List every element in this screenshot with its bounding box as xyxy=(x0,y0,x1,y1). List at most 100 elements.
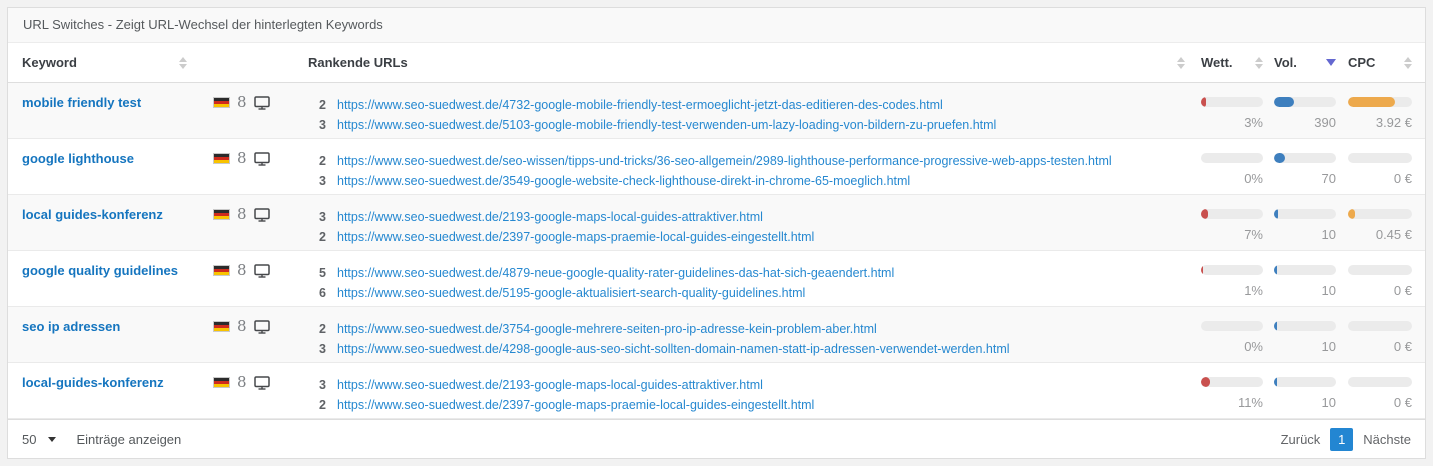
ranking-position: 2 xyxy=(308,395,326,415)
keyword-icons: 8 xyxy=(213,208,270,222)
table-row: local-guides-konferenz 8 3 https://www.se… xyxy=(8,363,1425,419)
table-row: mobile friendly test 8 2 https://www.seo-… xyxy=(8,83,1425,139)
cpc-metric: 0 € xyxy=(1348,319,1412,354)
vol-bar xyxy=(1274,377,1336,387)
ranking-url-link[interactable]: https://www.seo-suedwest.de/2397-google-… xyxy=(337,227,814,247)
column-header-vol[interactable]: Vol. xyxy=(1274,55,1336,70)
entries-label: Einträge anzeigen xyxy=(76,432,181,447)
table-row: google lighthouse 8 2https://www.seo-sue… xyxy=(8,139,1425,195)
keyword-link[interactable]: local guides-konferenz xyxy=(22,207,213,222)
panel-title: URL Switches - Zeigt URL-Wechsel der hin… xyxy=(8,8,1425,43)
vol-value: 10 xyxy=(1274,227,1336,242)
ranking-url-line: 6https://www.seo-suedwest.de/5195-google… xyxy=(308,283,1189,303)
ranking-url-link[interactable]: https://www.seo-suedwest.de/5103-google-… xyxy=(337,115,996,135)
cpc-bar xyxy=(1348,265,1412,275)
desktop-icon xyxy=(254,152,270,166)
vol-bar xyxy=(1274,97,1336,107)
ranking-url-link[interactable]: https://www.seo-suedwest.de/3549-google-… xyxy=(337,171,910,191)
column-header-keyword[interactable]: Keyword xyxy=(22,55,294,70)
page-size-select[interactable]: 50 xyxy=(22,432,56,447)
pagination-prev-button[interactable]: Zurück xyxy=(1281,432,1321,447)
cpc-value: 0 € xyxy=(1348,283,1412,298)
column-header-wett-label: Wett. xyxy=(1201,55,1233,70)
url-switches-panel: URL Switches - Zeigt URL-Wechsel der hin… xyxy=(7,7,1426,459)
keyword-link[interactable]: seo ip adressen xyxy=(22,319,213,334)
urls-cell: 3 https://www.seo-suedwest.de/2193-google… xyxy=(294,207,1189,247)
google-icon: 8 xyxy=(237,376,247,389)
keyword-link[interactable]: google quality guidelines xyxy=(22,263,213,278)
cpc-metric: 3.92 € xyxy=(1348,95,1412,130)
ranking-position: 3 xyxy=(308,115,326,135)
table-row: local guides-konferenz 8 3 https://www.se… xyxy=(8,195,1425,251)
column-header-urls-label: Rankende URLs xyxy=(308,55,408,70)
keyword-cell: local-guides-konferenz 8 xyxy=(22,375,294,390)
wett-bar xyxy=(1201,377,1263,387)
ranking-url-link[interactable]: https://www.seo-suedwest.de/4732-google-… xyxy=(337,95,943,115)
cpc-value: 3.92 € xyxy=(1348,115,1412,130)
ranking-url-link[interactable]: https://www.seo-suedwest.de/4298-google-… xyxy=(337,339,1010,359)
column-header-cpc[interactable]: CPC xyxy=(1348,55,1412,70)
keyword-cell: google lighthouse 8 xyxy=(22,151,294,166)
keyword-cell: seo ip adressen 8 xyxy=(22,319,294,334)
ranking-url-link[interactable]: https://www.seo-suedwest.de/3754-google-… xyxy=(337,319,877,339)
cpc-metric: 0 € xyxy=(1348,263,1412,298)
keyword-icons: 8 xyxy=(213,96,270,110)
pagination-page-1-button[interactable]: 1 xyxy=(1330,428,1353,451)
ranking-position: 3 xyxy=(308,171,326,191)
vol-metric: 10 xyxy=(1274,375,1336,410)
ranking-url-link[interactable]: https://www.seo-suedwest.de/seo-wissen/t… xyxy=(337,151,1112,171)
vol-value: 70 xyxy=(1274,171,1336,186)
column-header-urls[interactable]: Rankende URLs xyxy=(294,55,1189,70)
google-icon: 8 xyxy=(237,320,247,333)
cpc-bar xyxy=(1348,209,1412,219)
sort-icon-keyword[interactable] xyxy=(179,57,187,69)
keyword-link[interactable]: mobile friendly test xyxy=(22,95,213,110)
desktop-icon xyxy=(254,320,270,334)
desktop-icon xyxy=(254,264,270,278)
urls-cell: 2 https://www.seo-suedwest.de/4732-google… xyxy=(294,95,1189,135)
keyword-link[interactable]: google lighthouse xyxy=(22,151,213,166)
ranking-position: 3 xyxy=(308,207,326,227)
wett-metric: 1% xyxy=(1201,263,1263,298)
wett-metric: 0% xyxy=(1201,319,1263,354)
cpc-bar xyxy=(1348,97,1412,107)
ranking-url-link[interactable]: https://www.seo-suedwest.de/2193-google-… xyxy=(337,375,763,395)
table-row: google quality guidelines 8 5https://www… xyxy=(8,251,1425,307)
germany-flag-icon xyxy=(213,153,230,164)
sort-icon-cpc[interactable] xyxy=(1404,57,1412,69)
desktop-icon xyxy=(254,376,270,390)
cpc-bar xyxy=(1348,321,1412,331)
cpc-metric: 0.45 € xyxy=(1348,207,1412,242)
chevron-down-icon xyxy=(48,437,56,442)
ranking-url-link[interactable]: https://www.seo-suedwest.de/5195-google-… xyxy=(337,283,805,303)
keyword-link[interactable]: local-guides-konferenz xyxy=(22,375,213,390)
germany-flag-icon xyxy=(213,377,230,388)
ranking-position: 3 xyxy=(308,375,326,395)
sort-icon-wett[interactable] xyxy=(1255,57,1263,69)
ranking-url-line: 2https://www.seo-suedwest.de/2397-google… xyxy=(308,227,1189,247)
pagination-next-button[interactable]: Nächste xyxy=(1363,432,1411,447)
vol-bar xyxy=(1274,153,1336,163)
vol-bar xyxy=(1274,209,1336,219)
wett-value: 7% xyxy=(1201,227,1263,242)
vol-metric: 10 xyxy=(1274,207,1336,242)
google-icon: 8 xyxy=(237,208,247,221)
ranking-url-link[interactable]: https://www.seo-suedwest.de/2397-google-… xyxy=(337,395,814,415)
vol-bar xyxy=(1274,265,1336,275)
keyword-icons: 8 xyxy=(213,320,270,334)
keyword-cell: google quality guidelines 8 xyxy=(22,263,294,278)
vol-bar xyxy=(1274,321,1336,331)
column-header-wett[interactable]: Wett. xyxy=(1201,55,1263,70)
ranking-position: 2 xyxy=(308,319,326,339)
ranking-url-line: 2https://www.seo-suedwest.de/seo-wissen/… xyxy=(308,151,1189,171)
ranking-url-line: 3https://www.seo-suedwest.de/4298-google… xyxy=(308,339,1189,359)
ranking-position: 2 xyxy=(308,95,326,115)
table-header-row: Keyword Rankende URLs Wett. Vol. CPC xyxy=(8,43,1425,83)
wett-bar xyxy=(1201,321,1263,331)
sort-icon-urls[interactable] xyxy=(1177,57,1185,69)
ranking-url-link[interactable]: https://www.seo-suedwest.de/4879-neue-go… xyxy=(337,263,894,283)
sort-icon-vol[interactable] xyxy=(1326,59,1336,66)
wett-value: 0% xyxy=(1201,339,1263,354)
germany-flag-icon xyxy=(213,97,230,108)
ranking-url-link[interactable]: https://www.seo-suedwest.de/2193-google-… xyxy=(337,207,763,227)
